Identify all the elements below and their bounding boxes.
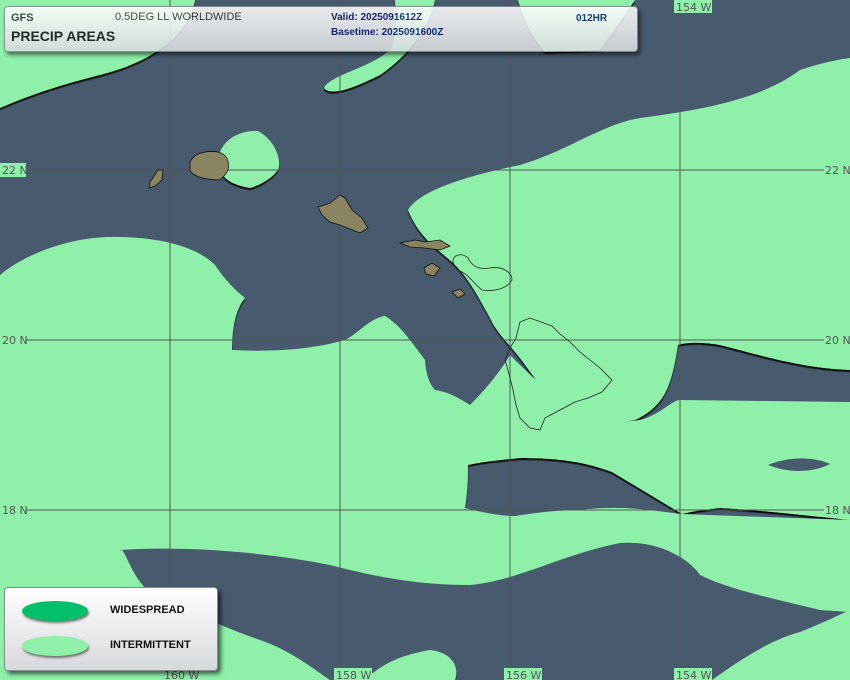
intermittent-label: INTERMITTENT	[110, 639, 191, 651]
legend-panel: WIDESPREAD INTERMITTENT	[4, 587, 218, 671]
lon-label-154-bottom: 154 W	[676, 669, 711, 680]
lon-label-156-bottom: 156 W	[506, 669, 541, 680]
lat-label-18-right: 18 N	[825, 504, 850, 517]
widespread-swatch	[22, 601, 88, 621]
lat-label-20-left: 20 N	[2, 334, 28, 347]
map-header-panel: GFS PRECIP AREAS 0.5DEG LL WORLDWIDE Val…	[4, 6, 638, 52]
forecast-hour: 012HR	[576, 13, 608, 24]
widespread-label: WIDESPREAD	[110, 604, 185, 616]
precip-map: 22 N 22 N 20 N 20 N 18 N 18 N 154 W 160 …	[0, 0, 850, 680]
lat-label-22-right: 22 N	[825, 164, 850, 177]
lat-label-18-left: 18 N	[2, 504, 28, 517]
island-kauai	[189, 151, 229, 181]
model-name: GFS	[11, 12, 34, 24]
basetime: Basetime: 2025091600Z	[331, 27, 444, 38]
product-title: PRECIP AREAS	[11, 28, 116, 44]
lat-label-20-right: 20 N	[825, 334, 850, 347]
intermittent-swatch	[22, 636, 88, 656]
lat-label-22-left: 22 N	[2, 164, 28, 177]
lon-label-158-bottom: 158 W	[336, 669, 371, 680]
lon-label-154-top: 154 W	[676, 1, 711, 14]
valid-time: Valid: 2025091612Z	[331, 12, 423, 23]
grid-resolution: 0.5DEG LL WORLDWIDE	[115, 11, 242, 23]
